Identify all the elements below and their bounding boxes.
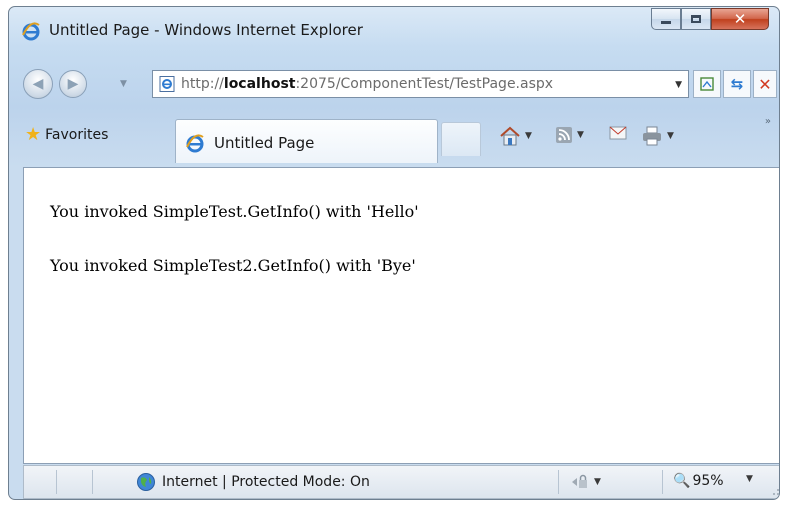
compatibility-view-button[interactable] [693, 70, 721, 98]
rss-feed-icon [556, 127, 572, 143]
back-button[interactable]: ◀ [23, 69, 53, 99]
url-path: :2075/ComponentTest/TestPage.aspx [295, 76, 554, 92]
url-host: localhost [223, 76, 296, 92]
title-bar: Untitled Page - Windows Internet Explore… [9, 7, 779, 51]
url-prefix: http:// [181, 76, 224, 92]
status-divider [558, 470, 559, 494]
security-zone[interactable]: Internet | Protected Mode: On [136, 472, 370, 492]
close-button[interactable]: ✕ [711, 8, 769, 30]
read-mail-button[interactable] [609, 126, 627, 140]
status-bar: Internet | Protected Mode: On ▼ 🔍 95% ▼ [23, 465, 780, 499]
tab-untitled-page[interactable]: Untitled Page [175, 119, 438, 163]
result-line-2: You invoked SimpleTest2.GetInfo() with '… [50, 256, 416, 275]
star-icon: ★ [25, 124, 42, 145]
back-arrow-icon: ◀ [32, 76, 44, 92]
new-tab-button[interactable] [441, 122, 481, 156]
print-button[interactable]: ▼ [641, 126, 674, 146]
zoom-level: 95% [692, 473, 724, 489]
url-text[interactable]: http://localhost:2075/ComponentTest/Test… [181, 76, 553, 92]
zoom-dropdown[interactable]: ▼ [746, 474, 753, 484]
minimize-button[interactable] [651, 8, 681, 30]
forward-arrow-icon: ▶ [67, 76, 79, 92]
window-controls: ✕ [651, 8, 769, 30]
security-zone-label: Internet | Protected Mode: On [162, 474, 370, 490]
page-icon [159, 76, 175, 92]
ie-logo-icon [186, 134, 204, 153]
lock-arrows-icon [572, 474, 587, 488]
browser-window: Untitled Page - Windows Internet Explore… [8, 6, 780, 500]
navigation-bar: ◀ ▶ ▼ http://localhost:2075/ComponentTes… [9, 51, 779, 107]
zoom-dropdown-icon: ▼ [746, 474, 753, 484]
printer-icon [643, 126, 661, 146]
close-icon: ✕ [733, 9, 747, 28]
zoom-control[interactable]: 🔍 95% [673, 473, 724, 489]
feeds-button[interactable]: ▼ [555, 126, 584, 144]
zoom-magnifier-icon: 🔍 [673, 473, 691, 489]
mail-icon [609, 126, 627, 140]
address-bar[interactable]: http://localhost:2075/ComponentTest/Test… [152, 70, 689, 98]
stop-button[interactable]: ✕ [753, 70, 777, 98]
favorites-label: Favorites [45, 126, 109, 143]
page-content: You invoked SimpleTest.GetInfo() with 'H… [23, 167, 779, 464]
stop-icon: ✕ [758, 74, 772, 94]
maximize-icon [691, 15, 701, 23]
refresh-button[interactable]: ⇆ [723, 70, 751, 98]
popup-dropdown-icon[interactable]: ▼ [594, 477, 601, 487]
popup-blocker-button[interactable]: ▼ [570, 474, 601, 490]
recent-pages-dropdown-icon[interactable]: ▼ [120, 79, 130, 89]
home-button[interactable]: ▼ [499, 126, 532, 146]
home-icon [500, 126, 520, 146]
tab-label: Untitled Page [214, 134, 315, 152]
feeds-dropdown-icon[interactable]: ▼ [577, 130, 584, 140]
compatibility-icon [700, 77, 714, 91]
home-dropdown-icon[interactable]: ▼ [525, 131, 532, 141]
print-dropdown-icon[interactable]: ▼ [667, 131, 674, 141]
globe-icon [137, 473, 155, 491]
result-line-1: You invoked SimpleTest.GetInfo() with 'H… [50, 202, 419, 221]
address-dropdown-icon[interactable]: ▼ [675, 80, 682, 90]
resize-grip-icon[interactable] [770, 486, 780, 496]
favorites-button[interactable]: ★ Favorites [25, 124, 108, 145]
window-title: Untitled Page - Windows Internet Explore… [49, 21, 363, 39]
status-divider [56, 470, 57, 494]
command-bar: ★ Favorites Untitled Page ▼ ▼ ▼ » [9, 110, 779, 163]
forward-button[interactable]: ▶ [59, 70, 87, 98]
refresh-icon: ⇆ [730, 75, 744, 93]
minimize-icon [661, 21, 671, 24]
status-divider [662, 470, 663, 494]
ie-logo-icon [22, 22, 40, 41]
status-divider [92, 470, 93, 494]
maximize-button[interactable] [681, 8, 711, 30]
more-tools-chevron-icon[interactable]: » [765, 116, 771, 127]
